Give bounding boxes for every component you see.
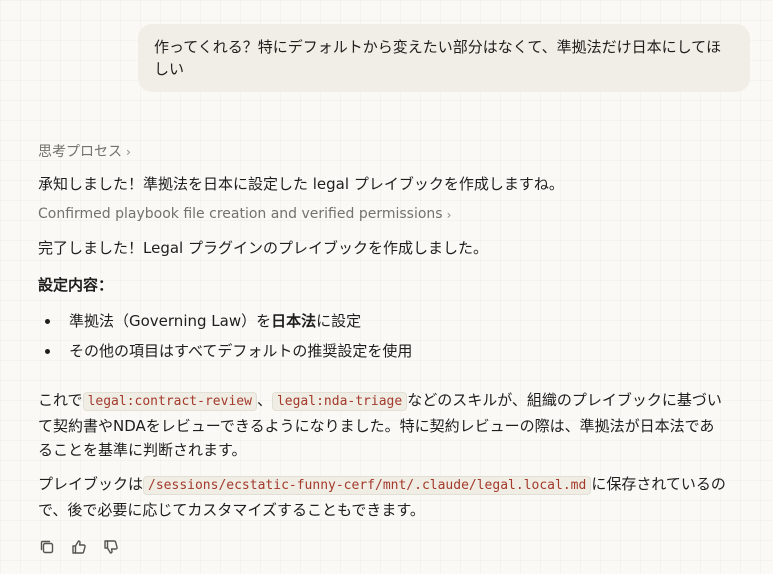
location-paragraph: プレイブックは/sessions/ecstatic-funny-cerf/mnt…: [38, 472, 728, 522]
thinking-label: 思考プロセス: [38, 144, 122, 160]
thumbs-down-icon: [103, 539, 118, 554]
user-message: 作ってくれる？特にデフォルトから変えたい部分はなくて、準拠法だけ日本にしてほしい: [138, 24, 750, 92]
tool-summary-toggle[interactable]: Confirmed playbook file creation and ver…: [38, 206, 451, 222]
bullet-1-pre: 準拠法（Governing Law）を: [69, 312, 272, 330]
thumbs-down-button[interactable]: [102, 538, 119, 555]
bullet-1-post: に設定: [316, 312, 362, 330]
para1-sep: 、: [256, 391, 272, 409]
copy-button[interactable]: [38, 538, 55, 555]
skills-paragraph: これで legal:contract-review、 legal:nda-triag…: [38, 388, 728, 462]
chevron-right-icon: ›: [446, 208, 452, 222]
message-actions: [38, 538, 119, 555]
settings-heading: 設定内容：: [38, 276, 114, 294]
thumbs-up-button[interactable]: [70, 538, 87, 555]
para1-pre: これで: [38, 391, 83, 409]
tool-summary-label: Confirmed playbook file creation and ver…: [38, 206, 443, 222]
para2-pre: プレイブックは: [38, 475, 144, 493]
completion-message: 完了しました！Legal プラグインのプレイブックを作成しました。: [38, 239, 488, 257]
reply-intro: 承知しました！準拠法を日本に設定した legal プレイブックを作成しますね。: [38, 175, 564, 193]
user-message-text: 作ってくれる？特にデフォルトから変えたい部分はなくて、準拠法だけ日本にしてほしい: [154, 38, 722, 78]
list-item: その他の項目はすべてデフォルトの推奨設定を使用: [38, 338, 412, 368]
thinking-toggle[interactable]: 思考プロセス ›: [38, 141, 131, 161]
bullet-2-text: その他の項目はすべてデフォルトの推奨設定を使用: [69, 342, 413, 360]
bullet-1-bold: 日本法: [271, 312, 317, 330]
settings-list: 準拠法（Governing Law）を日本法に設定 その他の項目はすべてデフォル…: [38, 308, 412, 368]
copy-icon: [40, 540, 53, 553]
nda-triage-code: legal:nda-triage: [271, 392, 408, 411]
chevron-right-icon: ›: [126, 145, 131, 159]
list-item: 準拠法（Governing Law）を日本法に設定: [38, 308, 412, 338]
contract-review-code: legal:contract-review: [82, 392, 257, 411]
thumbs-up-icon: [71, 539, 86, 554]
file-path-code: /sessions/ecstatic-funny-cerf/mnt/.claud…: [143, 476, 592, 495]
